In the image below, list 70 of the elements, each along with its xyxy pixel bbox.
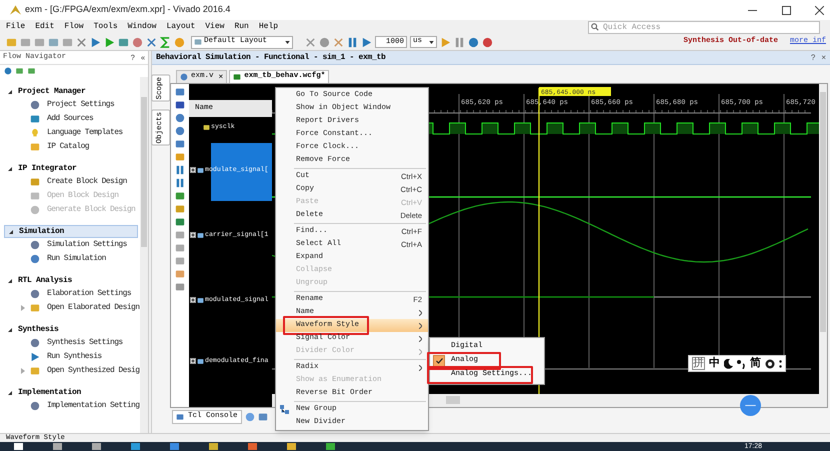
expand-box-icon[interactable] (190, 297, 196, 303)
close-button[interactable]: × (821, 52, 826, 64)
menu-item[interactable]: Edit (35, 21, 54, 33)
nav-section[interactable]: RTL Analysis (4, 274, 138, 287)
nav-section[interactable]: Project Manager (4, 85, 138, 98)
nav-section[interactable]: Implementation (4, 386, 138, 399)
menu-item[interactable]: Window (128, 21, 156, 33)
nav-item[interactable]: IP Catalog (47, 141, 90, 153)
nav-section[interactable]: Simulation (4, 225, 138, 238)
scrollbar-thumb[interactable] (141, 97, 147, 247)
run-icon (30, 352, 40, 362)
expand-box-icon[interactable] (190, 232, 196, 238)
collapse-triangle-icon (9, 230, 13, 234)
nav-item[interactable]: Run Synthesis (47, 351, 102, 363)
nav-item[interactable]: Run Simulation (47, 253, 106, 265)
expand-box-icon[interactable] (190, 358, 196, 364)
nav-item[interactable]: Elaboration Settings (47, 288, 132, 300)
menu-item[interactable]: Flow (64, 21, 84, 33)
more-icon[interactable] (779, 360, 782, 368)
ime-button[interactable]: 简 (750, 358, 761, 369)
collapse-triangle-icon (8, 278, 12, 282)
pause-icon[interactable] (454, 36, 465, 48)
help-button[interactable]: ? (810, 52, 816, 64)
close-tab-button[interactable]: × (218, 71, 224, 83)
menu-item[interactable]: File (6, 21, 26, 33)
nav-item[interactable]: Add Sources (47, 113, 94, 125)
scrollbar-thumb[interactable] (820, 92, 826, 332)
menu-item[interactable]: Tools (94, 21, 118, 33)
bulb-icon (30, 128, 40, 138)
menu-item[interactable]: Layout (166, 21, 196, 33)
scrollbar-thumb[interactable] (446, 396, 460, 404)
menu-item[interactable]: Help (258, 21, 278, 33)
sigma-icon[interactable] (160, 36, 171, 48)
panel-title: Behavioral Simulation - Functional - sim_1 - exm_tb (156, 52, 387, 64)
maximize-icon[interactable] (782, 6, 791, 14)
collapse-triangle-icon (8, 90, 12, 94)
run-all-icon[interactable] (361, 36, 372, 48)
nav-section[interactable]: IP Integrator (4, 162, 138, 175)
ime-button[interactable]: 中 (709, 358, 720, 369)
floating-ball-icon[interactable] (740, 395, 761, 416)
expand-arrow-icon[interactable] (21, 368, 25, 374)
punctuation-icon[interactable] (737, 358, 746, 368)
expand-box-icon[interactable] (190, 167, 196, 173)
vertical-scrollbar[interactable] (819, 84, 827, 394)
nav-item[interactable]: Implementation Setting (47, 400, 140, 412)
nav-item[interactable]: Synthesis Settings (47, 337, 123, 349)
collapse-triangle-icon (8, 166, 12, 170)
caret-icon (429, 40, 434, 44)
app-logo-icon (10, 5, 21, 15)
ime-button[interactable]: 拼 (692, 357, 705, 370)
moon-icon[interactable] (724, 358, 733, 368)
caret-icon (285, 40, 290, 44)
close-icon[interactable] (815, 6, 824, 14)
quick-access-field[interactable]: Quick Access (588, 20, 820, 34)
nav-item[interactable]: Open Elaborated Design (47, 302, 140, 314)
collapse-triangle-icon (8, 328, 12, 332)
scrollbar[interactable] (140, 77, 148, 433)
nav-item[interactable]: Language Templates (47, 127, 123, 139)
window-title: exm - [G:/FPGA/exm/exm/exm.xpr] - Vivado 2016.4 (25, 3, 230, 16)
nav-item[interactable]: Create Block Design (47, 176, 127, 188)
menu-item[interactable]: View (205, 21, 224, 33)
nav-section[interactable]: Synthesis (4, 323, 138, 336)
expand-arrow-icon[interactable] (21, 305, 25, 311)
play-icon[interactable] (104, 36, 115, 48)
nav-item[interactable]: Project Settings (47, 99, 114, 111)
nav-item[interactable]: Simulation Settings (47, 239, 127, 251)
nav-item[interactable]: Open Synthesized Desig (47, 365, 140, 377)
menu-item[interactable]: Run (234, 21, 249, 33)
collapse-triangle-icon (8, 390, 12, 394)
run-icon[interactable] (90, 36, 101, 48)
